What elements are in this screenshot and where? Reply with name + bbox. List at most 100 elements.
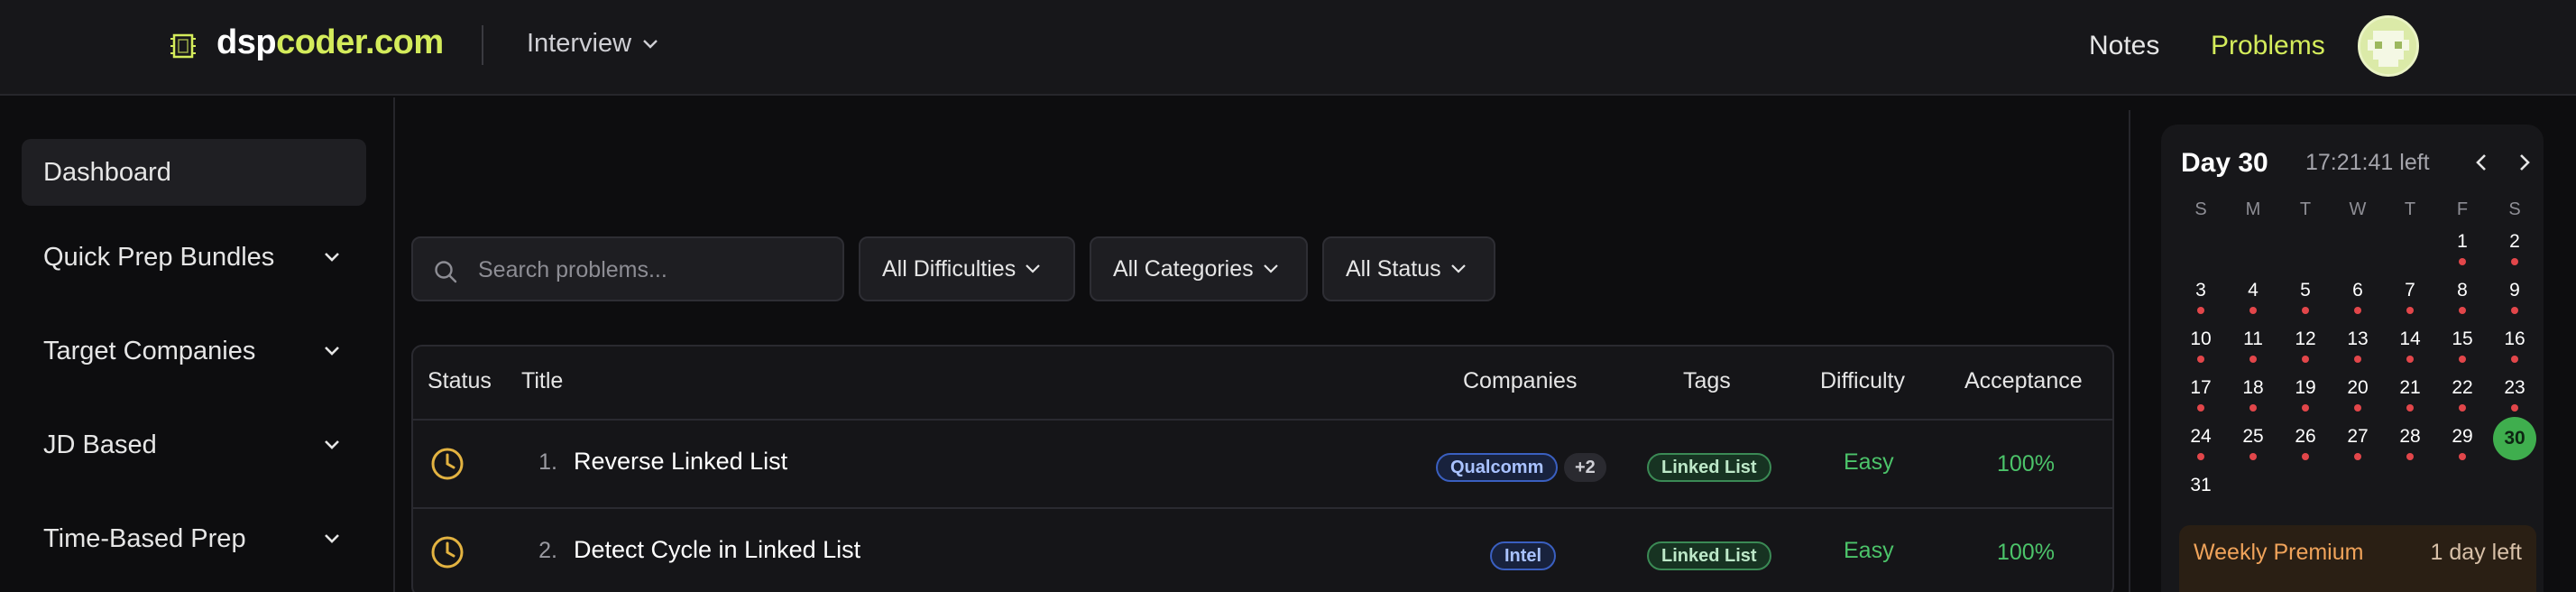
column-header-difficulty[interactable]: Difficulty: [1820, 368, 1905, 394]
premium-time-left: 1 day left: [2430, 540, 2522, 565]
calendar-day[interactable]: 11: [2233, 328, 2273, 350]
nav-problems-link[interactable]: Problems: [2211, 31, 2325, 61]
calendar-day[interactable]: 3: [2181, 280, 2221, 301]
calendar-day[interactable]: 28: [2390, 426, 2430, 448]
problem-number: 2.: [538, 538, 557, 563]
top-bar: dspcoder.com Interview Notes Problems: [0, 0, 2576, 96]
sidebar-item-dashboard[interactable]: Dashboard: [22, 139, 366, 206]
status-filter-label: All Status: [1346, 255, 1441, 282]
calendar-day[interactable]: 18: [2233, 377, 2273, 399]
content-divider: [2129, 110, 2130, 592]
column-header-tags[interactable]: Tags: [1683, 368, 1731, 394]
activity-dot: [2302, 453, 2309, 460]
calendar-day[interactable]: 1: [2443, 231, 2482, 253]
calendar-day[interactable]: 4: [2233, 280, 2273, 301]
interview-menu[interactable]: Interview: [527, 29, 658, 59]
tag-badge[interactable]: Linked List: [1647, 453, 1771, 482]
column-header-status[interactable]: Status: [428, 368, 492, 394]
column-header-acceptance[interactable]: Acceptance: [1964, 368, 2083, 394]
table-row[interactable]: 2. Detect Cycle in Linked List Intel Lin…: [413, 509, 2112, 592]
calendar-day[interactable]: 7: [2390, 280, 2430, 301]
table-row[interactable]: 1. Reverse Linked List Qualcomm +2 Linke…: [413, 421, 2112, 509]
activity-dot: [2406, 404, 2414, 412]
calendar-day[interactable]: 2: [2495, 231, 2535, 253]
column-header-title[interactable]: Title: [521, 368, 563, 394]
activity-dot: [2249, 356, 2257, 363]
company-badge[interactable]: Intel: [1490, 541, 1557, 570]
activity-dot: [2511, 356, 2518, 363]
logo-text-part2: coder.com: [276, 23, 444, 61]
site-logo[interactable]: dspcoder.com: [216, 23, 444, 62]
activity-dot: [2249, 307, 2257, 314]
sidebar: Dashboard Quick Prep Bundles Target Comp…: [0, 97, 395, 592]
header-divider: [482, 25, 483, 65]
weekday-label: S: [2508, 199, 2521, 219]
calendar-day[interactable]: 23: [2495, 377, 2535, 399]
calendar-day[interactable]: 21: [2390, 377, 2430, 399]
chevron-down-icon: [325, 347, 339, 356]
category-filter-dropdown[interactable]: All Categories: [1090, 236, 1308, 301]
search-input[interactable]: [478, 251, 830, 289]
calendar-day[interactable]: 22: [2443, 377, 2482, 399]
calendar-day[interactable]: 17: [2181, 377, 2221, 399]
user-avatar[interactable]: [2358, 15, 2419, 77]
activity-dot: [2354, 404, 2361, 412]
logo-text-part1: dsp: [216, 23, 277, 61]
avatar-pixel-icon: [2360, 18, 2416, 74]
calendar-day[interactable]: 14: [2390, 328, 2430, 350]
search-box[interactable]: [411, 236, 844, 301]
activity-dot: [2197, 404, 2204, 412]
chevron-right-icon[interactable]: [2513, 152, 2535, 173]
sidebar-item-time-based-prep[interactable]: Time-Based Prep: [22, 505, 366, 572]
activity-dot: [2459, 307, 2466, 314]
chevron-left-icon[interactable]: [2471, 152, 2493, 173]
calendar-day[interactable]: 20: [2338, 377, 2378, 399]
nav-notes-link[interactable]: Notes: [2089, 31, 2159, 61]
calendar-day[interactable]: 13: [2338, 328, 2378, 350]
calendar-time-left: 17:21:41 left: [2305, 150, 2430, 175]
calendar-day[interactable]: 12: [2286, 328, 2325, 350]
chip-logo-icon: [170, 33, 196, 59]
calendar-day-label: Day 30: [2181, 148, 2268, 178]
activity-dot: [2406, 453, 2414, 460]
calendar-day[interactable]: 9: [2495, 280, 2535, 301]
calendar-day[interactable]: 27: [2338, 426, 2378, 448]
chevron-down-icon: [325, 534, 339, 543]
activity-dot: [2354, 307, 2361, 314]
column-header-companies[interactable]: Companies: [1463, 368, 1577, 394]
sidebar-item-jd-based[interactable]: JD Based: [22, 412, 366, 478]
sidebar-item-label: Time-Based Prep: [43, 523, 246, 553]
problem-title-link[interactable]: Reverse Linked List: [574, 448, 787, 476]
weekday-label: T: [2404, 199, 2416, 219]
problem-title-link[interactable]: Detect Cycle in Linked List: [574, 536, 860, 564]
weekday-label: M: [2245, 199, 2261, 219]
weekly-premium-card[interactable]: Weekly Premium 1 day left: [2179, 525, 2536, 592]
calendar-day[interactable]: 26: [2286, 426, 2325, 448]
weekday-label: W: [2349, 199, 2367, 219]
calendar-day[interactable]: 5: [2286, 280, 2325, 301]
search-icon: [435, 261, 457, 283]
calendar-day[interactable]: 16: [2495, 328, 2535, 350]
company-badge[interactable]: Qualcomm: [1436, 453, 1559, 482]
status-filter-dropdown[interactable]: All Status: [1322, 236, 1495, 301]
activity-dot: [2406, 356, 2414, 363]
calendar-day[interactable]: 24: [2181, 426, 2221, 448]
calendar-day[interactable]: 31: [2181, 475, 2221, 496]
calendar-day[interactable]: 25: [2233, 426, 2273, 448]
tag-badge[interactable]: Linked List: [1647, 541, 1771, 570]
sidebar-item-target-companies[interactable]: Target Companies: [22, 318, 366, 384]
sidebar-item-quick-prep-bundles[interactable]: Quick Prep Bundles: [22, 224, 366, 291]
calendar-today[interactable]: 30: [2493, 417, 2536, 460]
difficulty-filter-dropdown[interactable]: All Difficulties: [859, 236, 1075, 301]
activity-dot: [2197, 307, 2204, 314]
calendar-day[interactable]: 19: [2286, 377, 2325, 399]
calendar-day[interactable]: 15: [2443, 328, 2482, 350]
sidebar-item-label: Target Companies: [43, 336, 256, 365]
chevron-down-icon: [325, 440, 339, 449]
sidebar-item-label: Dashboard: [43, 157, 171, 187]
more-companies-badge[interactable]: +2: [1564, 453, 1606, 482]
calendar-day[interactable]: 29: [2443, 426, 2482, 448]
calendar-day[interactable]: 6: [2338, 280, 2378, 301]
calendar-day[interactable]: 8: [2443, 280, 2482, 301]
calendar-day[interactable]: 10: [2181, 328, 2221, 350]
